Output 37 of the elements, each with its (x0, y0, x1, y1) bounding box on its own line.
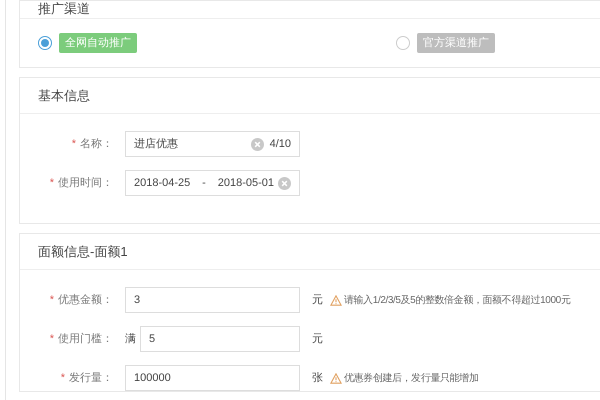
clear-icon[interactable] (278, 176, 291, 190)
warning-icon (330, 294, 342, 306)
char-counter: 4/10 (270, 136, 291, 152)
field-value: 进店优惠 (134, 136, 179, 152)
section-title: 面额信息-面额1 (38, 242, 128, 261)
end-date: 2018-05-01 (218, 176, 274, 191)
required-mark: * (72, 136, 76, 152)
field-label: 发行量： (69, 370, 113, 386)
required-mark: * (50, 292, 54, 308)
required-mark: * (50, 176, 54, 191)
unit-label: 张 (312, 370, 324, 386)
required-mark: * (50, 332, 54, 347)
date-separator: - (201, 176, 207, 191)
field-label: 使用门槛： (58, 332, 113, 347)
input-field[interactable]: 进店优惠 4/10 (125, 131, 300, 157)
field-label: 名称： (80, 136, 113, 152)
start-date: 2018-04-25 (134, 176, 190, 191)
clear-icon[interactable] (250, 138, 264, 150)
unit-label: 元 (312, 332, 324, 347)
field-label: 优惠金额： (58, 292, 113, 308)
field-label: 使用时间： (58, 176, 113, 191)
unit-label: 元 (312, 292, 324, 308)
input-field[interactable]: 5 (140, 326, 300, 352)
required-mark: * (60, 370, 65, 386)
input-field[interactable]: 2018-04-25 - 2018-05-01 (125, 170, 300, 196)
input-field[interactable]: 100000 (125, 365, 300, 391)
section-title: 基本信息 (38, 86, 90, 105)
warning-text: 优惠券创建后，发行量只能增加 (344, 372, 478, 386)
input-field[interactable]: 3 (125, 287, 300, 313)
channel-tag: 官方渠道推广 (417, 32, 495, 54)
warning-icon (330, 372, 342, 384)
warning-text: 请输入1/2/3/5及5的整数倍金额，面额不得超过1000元 (344, 294, 570, 308)
radio-button[interactable] (38, 36, 52, 50)
section-title: 推广渠道 (38, 0, 90, 18)
radio-button[interactable] (396, 36, 410, 50)
channel-tag: 全网自动推广 (59, 32, 137, 54)
field-prefix: 满 (125, 332, 136, 347)
